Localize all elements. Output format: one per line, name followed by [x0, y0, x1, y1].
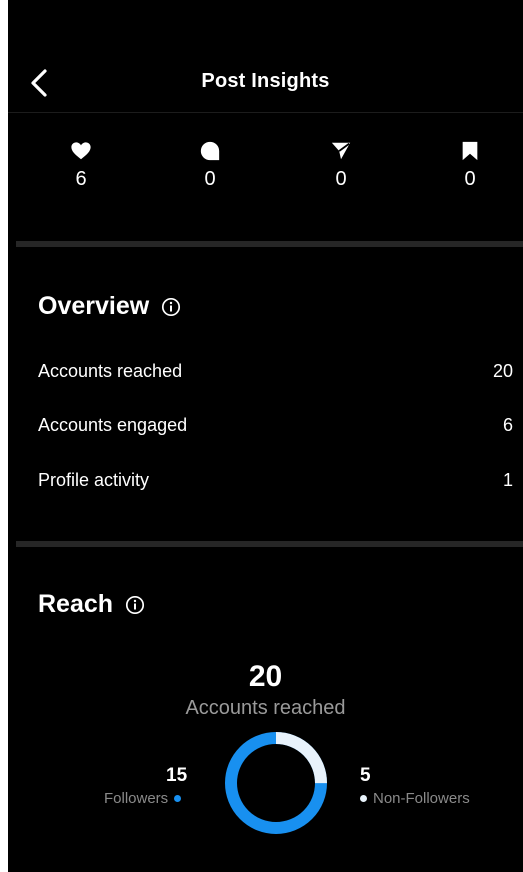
non-followers-legend: Non-Followers — [360, 790, 470, 807]
info-icon[interactable] — [125, 595, 145, 615]
comment-icon — [200, 141, 220, 161]
info-icon[interactable] — [161, 297, 181, 317]
shares-count: 0 — [335, 168, 347, 190]
overview-section-title: Overview — [38, 292, 181, 321]
row-label: Profile activity — [38, 469, 150, 490]
row-value: 1 — [502, 469, 513, 490]
heart-icon — [71, 142, 91, 160]
non-followers-dot — [360, 795, 367, 802]
followers-label: Followers — [104, 790, 169, 807]
saves-count: 0 — [464, 168, 476, 190]
comments-count: 0 — [204, 168, 216, 190]
followers-dot — [174, 795, 182, 802]
non-followers-label: Non-Followers — [373, 790, 470, 807]
reach-section-title: Reach — [38, 590, 145, 619]
row-label: Accounts reached — [38, 360, 183, 381]
overview-row-accounts-reached[interactable]: Accounts reached 20 — [38, 356, 513, 386]
shares-stat[interactable]: 0 — [311, 140, 371, 191]
followers-legend: Followers — [104, 790, 182, 807]
row-label: Accounts engaged — [38, 414, 188, 435]
share-icon — [331, 142, 351, 160]
row-value: 20 — [492, 360, 513, 381]
page-title: Post Insights — [201, 70, 330, 92]
likes-count: 6 — [75, 168, 87, 190]
reach-total-label: Accounts reached — [185, 697, 346, 719]
row-value: 6 — [502, 414, 513, 435]
comments-stat[interactable]: 0 — [180, 140, 240, 191]
section-divider — [16, 541, 523, 547]
post-insights-screen: Post Insights 6 0 0 0 Overview Accounts … — [8, 0, 523, 872]
overview-title: Overview — [38, 292, 150, 320]
saves-stat[interactable]: 0 — [440, 140, 500, 191]
bookmark-icon — [462, 141, 478, 161]
reach-total: 20 — [248, 660, 283, 693]
header: Post Insights — [8, 56, 523, 113]
engagement-stats: 6 0 0 0 — [8, 140, 523, 210]
section-divider — [16, 241, 523, 247]
likes-stat[interactable]: 6 — [51, 140, 111, 191]
overview-row-accounts-engaged[interactable]: Accounts engaged 6 — [38, 410, 513, 440]
reach-title: Reach — [38, 590, 114, 618]
overview-row-profile-activity[interactable]: Profile activity 1 — [38, 465, 513, 495]
reach-donut-chart — [225, 732, 327, 834]
followers-value: 15 — [166, 765, 188, 786]
non-followers-value: 5 — [360, 765, 371, 786]
